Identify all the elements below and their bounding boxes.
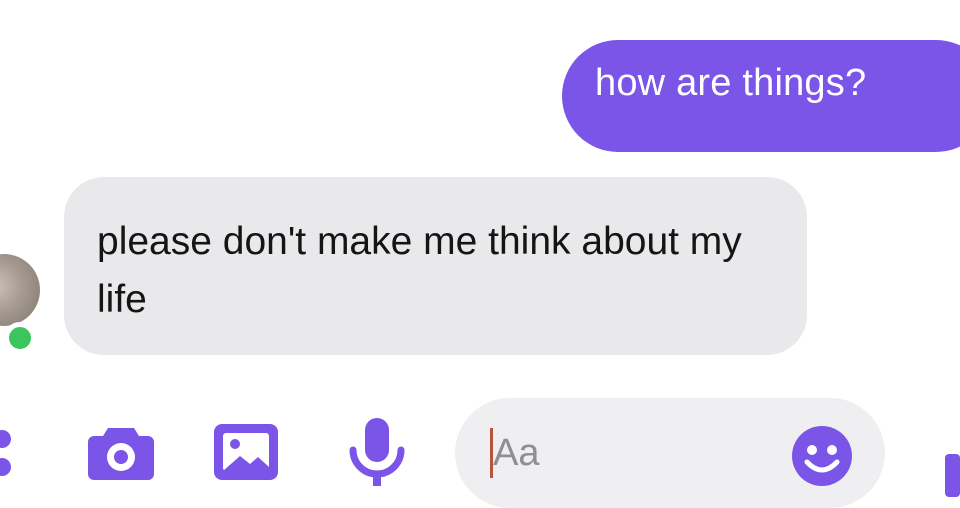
message-thread: how are things? please don't make me thi… <box>0 0 960 380</box>
image-icon[interactable] <box>212 422 280 482</box>
sent-message-text: how are things? <box>595 62 867 104</box>
received-message-text: please don't make me think about my life <box>97 220 742 321</box>
more-options-icon[interactable] <box>0 430 13 480</box>
microphone-icon[interactable] <box>345 416 409 488</box>
message-composer: Aa <box>0 390 960 508</box>
send-icon[interactable] <box>943 452 960 497</box>
camera-icon[interactable] <box>86 424 156 482</box>
sent-message-bubble[interactable]: how are things? <box>562 40 960 152</box>
contact-avatar[interactable] <box>0 254 40 326</box>
input-placeholder: Aa <box>493 432 540 474</box>
online-status-indicator <box>4 322 36 354</box>
smiley-icon[interactable] <box>790 424 854 488</box>
received-message-bubble[interactable]: please don't make me think about my life <box>64 177 807 355</box>
